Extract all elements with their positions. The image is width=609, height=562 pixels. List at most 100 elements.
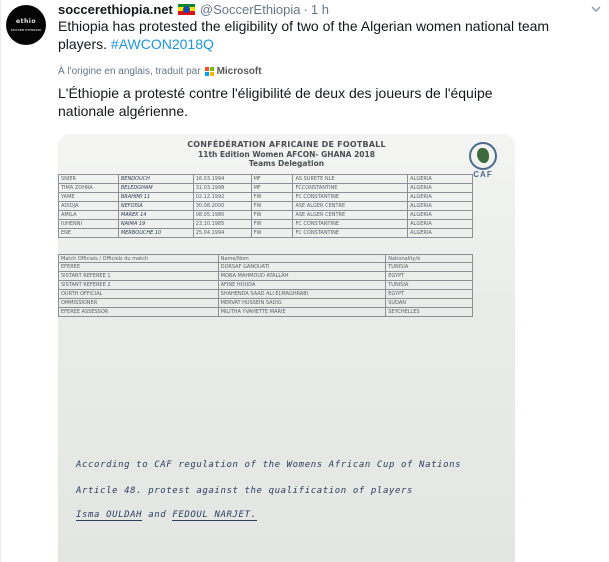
player-last-cell: NEFOISA (117, 201, 194, 211)
player-first-cell: TIMA ZOHRA (58, 183, 119, 193)
player-last-cell: MERBOUCHE 10 (117, 228, 194, 238)
player-club-cell: ASE ALGER CENTRE (292, 201, 409, 211)
table-row: SISTANT REFEREE 2 AFINE HOUDA TUNISIA (58, 280, 473, 290)
player-club-cell: FCCONSTANTINE (292, 183, 409, 193)
player-pos-cell: MF (250, 174, 294, 184)
official-name-cell: MERVAT HUSSEIN SADIG (217, 298, 387, 308)
player-pos-cell: FW (250, 201, 294, 211)
player-first-cell: YAME (58, 192, 119, 202)
player-country-cell: ALGERIA (407, 183, 473, 193)
avatar[interactable]: ethio SOCCER ETHIOPIA (6, 5, 46, 45)
header-nationality: Nationality/é (385, 254, 473, 263)
officials-table: Match Officials / Officiels du match Nam… (58, 254, 473, 317)
chevron-down-icon[interactable] (591, 4, 601, 14)
handwritten-player-name-2: FEDOUL NARJET. (172, 510, 257, 521)
player-dob-cell: 30.08.2000 (192, 201, 252, 211)
player-country-cell: ALGERIA (407, 174, 473, 184)
table-row: AMILA MAREK 14 08.05.1980 FW ASE ALGER CENTR… (58, 210, 473, 220)
official-name-cell: MILITHA YVAHETTE MARIE (217, 307, 387, 317)
official-role-cell: EFEREE (58, 262, 219, 272)
document-title: CONFÉDÉRATION AFRICAINE DE FOOTBALL (187, 140, 386, 149)
player-dob-cell: 16.03.1994 (192, 174, 252, 184)
translator-name[interactable]: Microsoft (217, 66, 262, 77)
player-dob-cell: 08.05.1980 (192, 210, 252, 220)
ethiopia-flag-icon (177, 3, 195, 15)
player-dob-cell: 25.04.1994 (192, 228, 252, 238)
player-last-cell: NAIMA 19 (117, 219, 194, 229)
table-row: EFEREE ASSESSOR MILITHA YVAHETTE MARIE SEY… (58, 307, 473, 317)
player-first-cell: AMILA (58, 210, 119, 220)
translated-tweet-text: L'Éthiopie a protesté contre l'éligibili… (58, 85, 493, 119)
player-first-cell: ENE (58, 228, 119, 238)
official-name-cell: SHAHENDA SAAD ALI ELMAGHRABI (217, 289, 387, 299)
player-pos-cell: FW (250, 219, 294, 229)
table-row: IUHENNI NAIMA 19 23.10.1985 FW FC CONSTANTIN… (58, 219, 473, 229)
avatar-logo-subtext: SOCCER ETHIOPIA (10, 28, 42, 32)
handwritten-note-line-3: Isma OULDAH and FEDOUL NARJET. (76, 510, 515, 521)
player-country-cell: ALGERIA (407, 201, 473, 211)
player-club-cell: FC CONSTANTINE (292, 192, 409, 202)
official-name-cell: MONA MAHMOUD ATALLAH (217, 271, 387, 281)
user-handle[interactable]: @SoccerEthiopia (200, 2, 301, 17)
player-last-cell: BELEDGHAM (117, 183, 194, 193)
player-pos-cell: MF (250, 183, 294, 193)
tweet-card[interactable]: ethio SOCCER ETHIOPIA soccerethiopia.net… (0, 0, 609, 562)
official-role-cell: OMMISSIONER (58, 298, 219, 308)
handwritten-and: and (148, 510, 167, 520)
player-club-cell: FC CONSTANTINE (292, 228, 409, 238)
table-row: EFEREE DORSAF GANOUATI TUNISIA (58, 262, 473, 272)
header-role: Match Officials / Officiels du match (58, 254, 219, 263)
document-subtitle: 11th Edition Women AFCON- GHANA 2018 (198, 150, 375, 159)
handwritten-note-line-1: According to CAF regulation of the Women… (76, 460, 462, 470)
player-last-cell: BRAHIMI 11 (117, 192, 194, 202)
official-role-cell: SISTANT REFEREE 1 (58, 271, 219, 281)
player-dob-cell: 23.10.1985 (192, 219, 252, 229)
tweet-photo[interactable]: CONFÉDÉRATION AFRICAINE DE FOOTBALL 11th… (58, 134, 515, 562)
player-dob-cell: 31.03.1998 (192, 183, 252, 193)
hashtag-link[interactable]: #AWCON2018Q (111, 36, 214, 52)
official-name-cell: DORSAF GANOUATI (217, 262, 387, 272)
handwritten-note-line-2: Article 48. protest against the qualific… (76, 486, 414, 496)
header-name: Name/Nom (217, 254, 387, 263)
player-pos-cell: FW (250, 192, 294, 202)
player-dob-cell: 02.12.1992 (192, 192, 252, 202)
officials-header-row: Match Officials / Officiels du match Nam… (58, 254, 473, 263)
separator-dot: · (303, 1, 308, 17)
official-name-cell: AFINE HOUDA (217, 280, 387, 290)
player-country-cell: ALGERIA (407, 192, 473, 202)
player-first-cell: ADIDJA (58, 201, 119, 211)
table-row: YAME BRAHIMI 11 02.12.1992 FW FC CONSTANTINE… (58, 192, 473, 202)
table-row: SISTANT REFEREE 1 MONA MAHMOUD ATALLAH EGY… (58, 271, 473, 281)
official-nat-cell: EGYPT (385, 289, 473, 299)
player-country-cell: ALGERIA (407, 210, 473, 220)
player-pos-cell: FW (250, 210, 294, 220)
tweet-text: Ethiopia has protested the eligibility o… (58, 17, 568, 53)
table-row: ADIDJA NEFOISA 30.08.2000 FW ASE ALGER CENTR… (58, 201, 473, 211)
translation-attribution: À l'origine en anglais, traduit par Micr… (58, 64, 262, 78)
player-country-cell: ALGERIA (407, 219, 473, 229)
player-first-cell: SNIER (58, 174, 119, 184)
table-row: ENE MERBOUCHE 10 25.04.1994 FW FC CONSTANTIN… (58, 228, 473, 238)
document-photo: CONFÉDÉRATION AFRICAINE DE FOOTBALL 11th… (58, 134, 515, 562)
table-row: SNIER BENDOUCH 16.03.1994 MF AS SURETE NLE AL… (58, 174, 473, 184)
official-role-cell: EFEREE ASSESSOR (58, 307, 219, 317)
avatar-logo-text: ethio (16, 18, 36, 25)
official-nat-cell: SEYCHELLES (385, 307, 473, 317)
official-role-cell: OURTH OFFICIAL (58, 289, 219, 299)
tweet-timestamp[interactable]: 1 h (311, 2, 329, 17)
player-club-cell: AS SURETE NLE (292, 174, 409, 184)
table-row: OMMISSIONER MERVAT HUSSEIN SADIG SUDAN (58, 298, 473, 308)
tweet-header: soccerethiopia.net @SoccerEthiopia · 1 h (58, 1, 609, 17)
player-club-cell: ASE ALGER CENTRE (292, 210, 409, 220)
table-row: OURTH OFFICIAL SHAHENDA SAAD ALI ELMAGHRA… (58, 289, 473, 299)
player-club-cell: FC CONSTANTINE (292, 219, 409, 229)
official-nat-cell: TUNISIA (385, 280, 473, 290)
player-last-cell: BENDOUCH (117, 174, 194, 184)
official-nat-cell: TUNISIA (385, 262, 473, 272)
microsoft-logo-icon (204, 66, 214, 76)
document-section-title: Teams Delegation (248, 159, 325, 168)
official-nat-cell: SUDAN (385, 298, 473, 308)
player-first-cell: IUHENNI (58, 219, 119, 229)
display-name[interactable]: soccerethiopia.net (58, 2, 173, 17)
player-last-cell: MAREK 14 (117, 210, 194, 220)
